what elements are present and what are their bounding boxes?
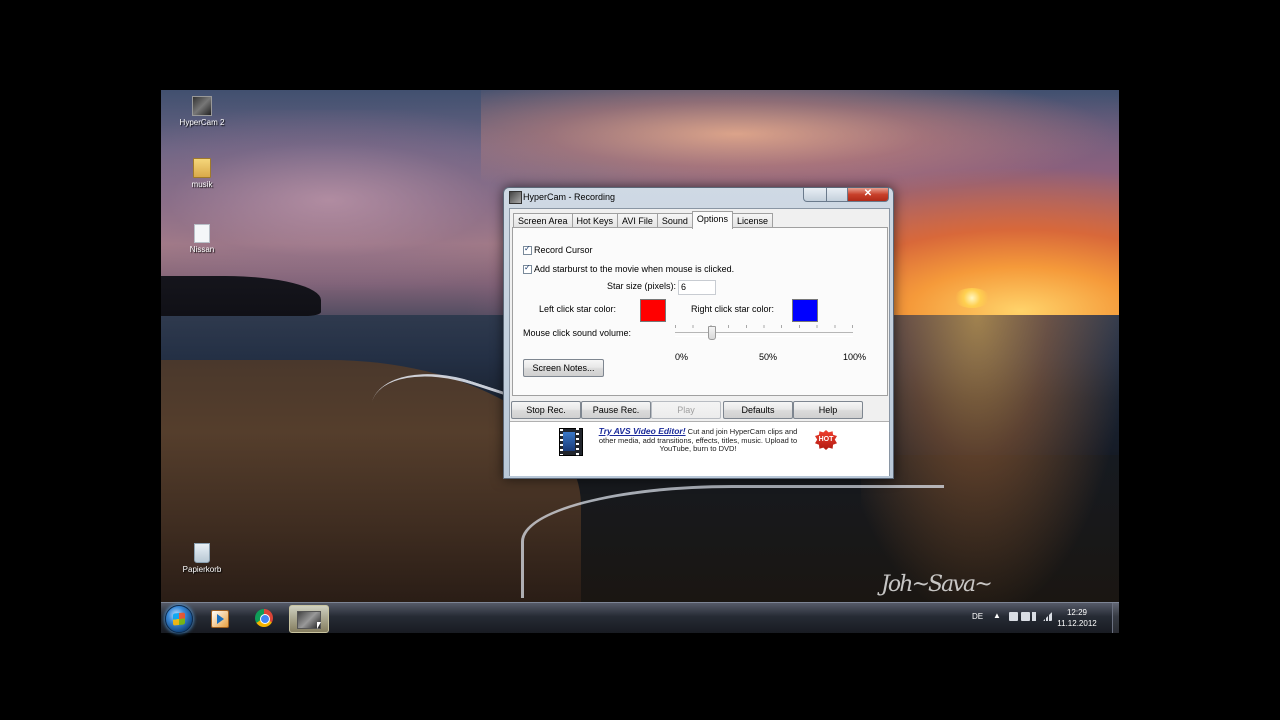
tab-license[interactable]: License (731, 213, 773, 228)
mouse-pointer-icon (317, 622, 321, 629)
wallpaper-sun (954, 288, 990, 308)
ad-text: Try AVS Video Editor! Cut and join Hyper… (588, 427, 808, 454)
tab-strip: Screen Area Hot Keys AVI File Sound Opti… (513, 211, 773, 229)
taskbar-chrome[interactable] (245, 605, 283, 631)
help-button[interactable]: Help (793, 401, 863, 419)
right-click-color-label: Right click star color: (691, 304, 775, 314)
ad-banner[interactable]: Try AVS Video Editor! Cut and join Hyper… (510, 421, 889, 476)
hot-badge-icon: HOT (815, 430, 837, 450)
network-signal-icon[interactable] (1043, 612, 1052, 621)
taskbar: DE ▲ 12:29 11.12.2012 (161, 602, 1119, 633)
play-button[interactable]: Play (651, 401, 721, 419)
volume-tick-label: 0% (675, 352, 689, 362)
ad-line-3: YouTube, burn to DVD! (659, 444, 737, 453)
wallpaper-signature: Jo h ~Sa v a ~ (881, 572, 993, 597)
film-strip (576, 428, 579, 456)
media-player-icon (211, 610, 229, 628)
volume-label: Mouse click sound volume: (523, 328, 632, 338)
ad-link[interactable]: Try AVS Video Editor! (599, 426, 686, 436)
star-size-label: Star size (pixels): (607, 281, 677, 291)
options-panel: Record Cursor Add starburst to the movie… (512, 227, 888, 396)
add-starburst-checkbox[interactable] (523, 263, 532, 274)
defaults-button[interactable]: Defaults (723, 401, 793, 419)
taskbar-hypercam[interactable] (289, 605, 329, 633)
volume-tick-label: 100% (843, 352, 867, 362)
hypercam-icon (509, 191, 522, 204)
clock-date: 11.12.2012 (1057, 619, 1097, 628)
tab-avi-file[interactable]: AVI File (617, 213, 658, 228)
desktop-icon-label: musik (191, 180, 213, 189)
volume-slider-thumb[interactable] (707, 326, 716, 340)
windows-logo-icon (173, 612, 185, 626)
window-client-area: Screen Area Hot Keys AVI File Sound Opti… (509, 208, 890, 476)
desktop-icon-label: Papierkorb (182, 565, 222, 574)
hypercam-icon (192, 96, 212, 116)
clock-time: 12:29 (1066, 608, 1088, 617)
recycle-bin-icon (194, 543, 210, 563)
folder-icon (193, 158, 211, 178)
add-starburst-label[interactable]: Add starburst to the movie when mouse is… (534, 264, 734, 274)
desktop-icon-label: Nissan (189, 245, 215, 254)
hypercam-window: HyperCam - Recording ✕ Screen Area Hot K… (503, 187, 894, 479)
desktop-icon-hypercam[interactable]: HyperCam 2 (172, 96, 232, 127)
desktop-icon-musik[interactable]: musik (172, 158, 232, 189)
volume-icon[interactable] (1032, 612, 1036, 621)
taskbar-media-player[interactable] (201, 605, 239, 631)
left-click-color-label: Left click star color: (539, 304, 617, 314)
desktop-icon-label: HyperCam 2 (179, 118, 225, 127)
maximize-button[interactable] (827, 188, 848, 202)
tab-hot-keys[interactable]: Hot Keys (571, 213, 619, 228)
language-indicator[interactable]: DE (972, 612, 983, 621)
record-cursor-checkbox[interactable] (523, 244, 532, 255)
volume-slider-track[interactable] (675, 332, 853, 337)
action-center-icon[interactable] (1009, 612, 1018, 621)
flag-icon[interactable] (1021, 612, 1030, 621)
caption-buttons: ✕ (803, 188, 889, 202)
star-size-input[interactable]: 6 (678, 280, 716, 295)
file-icon (194, 224, 210, 243)
title-bar[interactable]: HyperCam - Recording ✕ (504, 188, 893, 206)
system-tray: DE ▲ 12:29 11.12.2012 (971, 603, 1119, 633)
tab-sound[interactable]: Sound (656, 213, 693, 228)
close-icon: ✕ (863, 188, 873, 199)
screen-notes-button[interactable]: Screen Notes... (523, 359, 604, 377)
tab-screen-area[interactable]: Screen Area (513, 213, 573, 228)
desktop-icon-recycle-bin[interactable]: Papierkorb (172, 543, 232, 574)
right-click-color-button[interactable] (792, 299, 818, 322)
start-button[interactable] (165, 605, 193, 633)
stop-rec-button[interactable]: Stop Rec. (511, 401, 581, 419)
minimize-button[interactable] (803, 188, 827, 202)
show-desktop-button[interactable] (1112, 603, 1119, 633)
clock[interactable]: 12:29 11.12.2012 (1054, 607, 1100, 629)
desktop-icon-nissan[interactable]: Nissan (172, 224, 232, 254)
wallpaper-clouds (481, 90, 1119, 200)
volume-slider-ticks (675, 325, 853, 328)
tab-options[interactable]: Options (691, 211, 733, 229)
record-cursor-label[interactable]: Record Cursor (534, 245, 593, 255)
volume-tick-label: 50% (759, 352, 778, 362)
pause-rec-button[interactable]: Pause Rec. (581, 401, 651, 419)
close-button[interactable]: ✕ (848, 188, 889, 202)
chrome-icon (255, 609, 273, 627)
film-frame (563, 432, 575, 451)
show-hidden-icons-button[interactable]: ▲ (993, 611, 1001, 620)
window-title: HyperCam - Recording (523, 192, 616, 202)
left-click-color-button[interactable] (640, 299, 666, 322)
